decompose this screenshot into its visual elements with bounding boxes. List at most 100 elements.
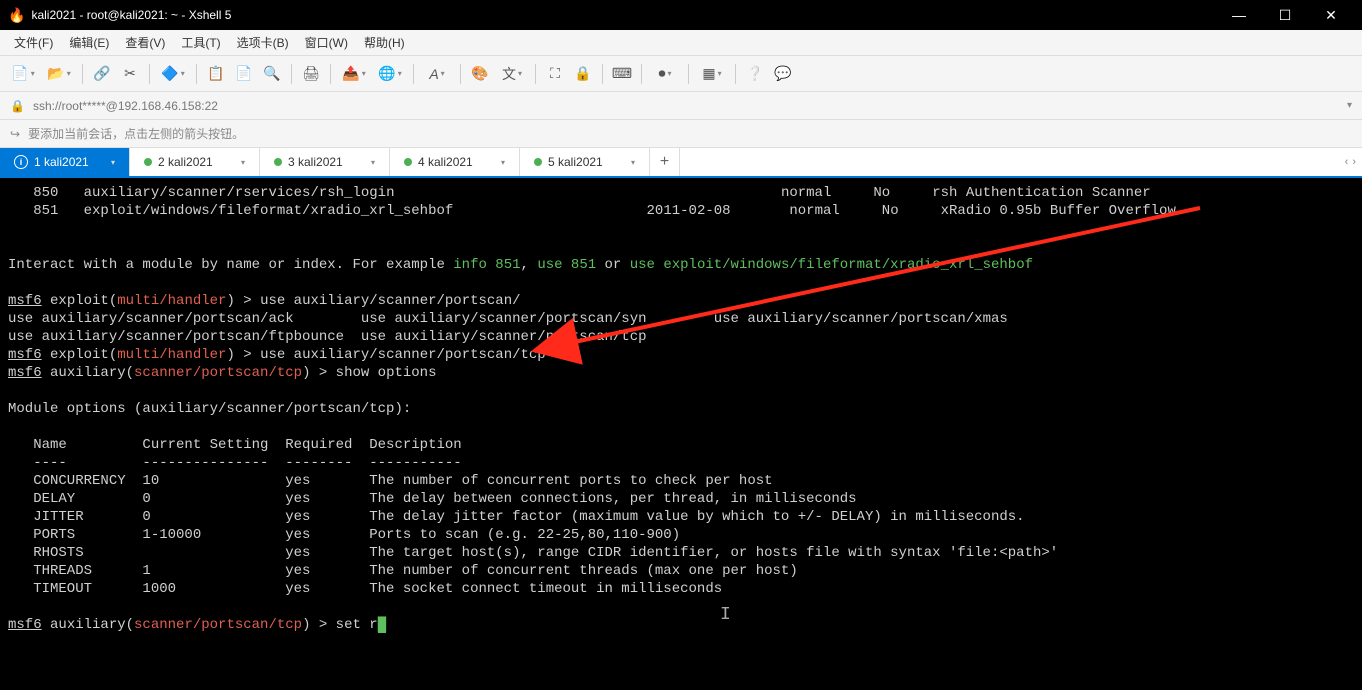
copy-button[interactable]: 📋 — [203, 61, 229, 87]
menu-window[interactable]: 窗口(W) — [297, 31, 356, 54]
add-tab-button[interactable]: + — [650, 148, 680, 176]
tab-1[interactable]: i 1 kali2021 ▾ — [0, 148, 130, 176]
status-dot-icon — [534, 158, 542, 166]
terminal-cursor: █ — [378, 617, 386, 633]
layout-button[interactable]: ▦▾ — [695, 61, 729, 87]
prompt-msf: msf6 — [8, 293, 42, 309]
table-header: Name Current Setting Required Descriptio… — [8, 437, 462, 453]
info-text: 要添加当前会话，点击左侧的箭头按钮。 — [28, 125, 244, 142]
interact-text: Interact with a module by name or index.… — [8, 257, 453, 273]
completion: use auxiliary/scanner/portscan/xmas — [714, 311, 1008, 327]
check: No — [882, 203, 899, 219]
table-row: DELAY 0 yes The delay between connection… — [8, 491, 857, 507]
check: No — [873, 185, 890, 201]
encoding-button[interactable]: 文▾ — [495, 61, 529, 87]
fullscreen-button[interactable]: ⛶ — [542, 61, 568, 87]
address-bar[interactable]: 🔒 ssh://root*****@192.168.46.158:22 ▾ — [0, 92, 1362, 120]
table-divider: ---- --------------- -------- ----------… — [8, 455, 462, 471]
completion: use auxiliary/scanner/portscan/syn — [361, 311, 714, 327]
info-arrow-icon[interactable]: ↪ — [10, 127, 20, 141]
completion: use auxiliary/scanner/portscan/tcp — [361, 329, 647, 345]
properties-button[interactable]: 🔷▾ — [156, 61, 190, 87]
toolbar-separator — [413, 64, 414, 84]
maximize-button[interactable]: ☐ — [1262, 0, 1308, 30]
address-text: ssh://root*****@192.168.46.158:22 — [33, 99, 1347, 113]
menu-view[interactable]: 查看(V) — [117, 31, 173, 54]
new-session-button[interactable]: 📄▾ — [6, 61, 40, 87]
completion: use auxiliary/scanner/portscan/ftpbounce — [8, 329, 361, 345]
menubar: 文件(F) 编辑(E) 查看(V) 工具(T) 选项卡(B) 窗口(W) 帮助(… — [0, 30, 1362, 56]
toolbar-separator — [735, 64, 736, 84]
tab-dropdown-icon[interactable]: ▾ — [111, 158, 115, 167]
menu-help[interactable]: 帮助(H) — [356, 31, 413, 54]
menu-tabs[interactable]: 选项卡(B) — [229, 31, 297, 54]
keyboard-button[interactable]: ⌨ — [609, 61, 635, 87]
module-options-header: Module options (auxiliary/scanner/portsc… — [8, 401, 411, 417]
tab-label: 5 kali2021 — [548, 155, 603, 169]
desc: xRadio 0.95b Buffer Overflow — [941, 203, 1176, 219]
toolbar-separator — [641, 64, 642, 84]
toolbar-separator — [535, 64, 536, 84]
prompt-msf: msf6 — [8, 347, 42, 363]
prompt-context: scanner/portscan/tcp — [134, 617, 302, 633]
record-button[interactable]: ⏺▾ — [648, 61, 682, 87]
lock-button[interactable]: 🔒 — [570, 61, 596, 87]
help-button[interactable]: ❔ — [742, 61, 768, 87]
tab-dropdown-icon[interactable]: ▾ — [631, 158, 635, 167]
rank: normal — [781, 185, 831, 201]
terminal[interactable]: 850 auxiliary/scanner/rservices/rsh_logi… — [0, 178, 1362, 690]
font-button[interactable]: A▾ — [420, 61, 454, 87]
tab-dropdown-icon[interactable]: ▾ — [371, 158, 375, 167]
status-dot-icon — [404, 158, 412, 166]
menu-file[interactable]: 文件(F) — [6, 31, 61, 54]
menu-tools[interactable]: 工具(T) — [173, 31, 228, 54]
command: show options — [336, 365, 437, 381]
feedback-button[interactable]: 💬 — [770, 61, 796, 87]
open-session-button[interactable]: 📂▾ — [42, 61, 76, 87]
toolbar-separator — [82, 64, 83, 84]
reconnect-button[interactable]: 🔗 — [89, 61, 115, 87]
paste-button[interactable]: 📄 — [231, 61, 257, 87]
tab-nav: ‹ › — [1345, 148, 1356, 176]
tab-2[interactable]: 2 kali2021 ▾ — [130, 148, 260, 176]
desc: rsh Authentication Scanner — [932, 185, 1150, 201]
close-button[interactable]: ✕ — [1308, 0, 1354, 30]
tab-strip: i 1 kali2021 ▾ 2 kali2021 ▾ 3 kali2021 ▾… — [0, 148, 1362, 178]
status-dot-icon — [144, 158, 152, 166]
module-path: auxiliary/scanner/rservices/rsh_login — [84, 185, 395, 201]
tab-next-icon[interactable]: › — [1352, 156, 1356, 168]
table-row: PORTS 1-10000 yes Ports to scan (e.g. 22… — [8, 527, 680, 543]
module-path: exploit/windows/fileformat/xradio_xrl_se… — [84, 203, 454, 219]
tab-4[interactable]: 4 kali2021 ▾ — [390, 148, 520, 176]
hint-info: info 851 — [453, 257, 520, 273]
tab-5[interactable]: 5 kali2021 ▾ — [520, 148, 650, 176]
minimize-button[interactable]: — — [1216, 0, 1262, 30]
mouse-text-cursor-icon: I — [720, 606, 731, 624]
tab-prev-icon[interactable]: ‹ — [1345, 156, 1349, 168]
address-dropdown-icon[interactable]: ▾ — [1347, 100, 1352, 111]
completion: use auxiliary/scanner/portscan/ack — [8, 311, 361, 327]
hint-path: use exploit/windows/fileformat/xradio_xr… — [630, 257, 1033, 273]
tab-label: 2 kali2021 — [158, 155, 213, 169]
command: set r — [336, 617, 378, 633]
web-button[interactable]: 🌐▾ — [373, 61, 407, 87]
command: use auxiliary/scanner/portscan/tcp — [260, 347, 546, 363]
prompt-msf: msf6 — [8, 365, 42, 381]
color-button[interactable]: 🎨 — [467, 61, 493, 87]
row-num: 851 — [8, 203, 84, 219]
table-row: TIMEOUT 1000 yes The socket connect time… — [8, 581, 722, 597]
hint-use: use 851 — [537, 257, 596, 273]
print-button[interactable]: 🖨 — [298, 61, 324, 87]
menu-edit[interactable]: 编辑(E) — [61, 31, 117, 54]
tab-label: 1 kali2021 — [34, 155, 89, 169]
tab-dropdown-icon[interactable]: ▾ — [501, 158, 505, 167]
annotation-arrow — [0, 178, 1362, 690]
transfer-button[interactable]: 📤▾ — [337, 61, 371, 87]
find-button[interactable]: 🔍 — [259, 61, 285, 87]
toolbar-separator — [149, 64, 150, 84]
disconnect-button[interactable]: ✂ — [117, 61, 143, 87]
tab-dropdown-icon[interactable]: ▾ — [241, 158, 245, 167]
window-controls: — ☐ ✕ — [1216, 0, 1354, 30]
window-title: kali2021 - root@kali2021: ~ - Xshell 5 — [31, 8, 1216, 22]
tab-3[interactable]: 3 kali2021 ▾ — [260, 148, 390, 176]
